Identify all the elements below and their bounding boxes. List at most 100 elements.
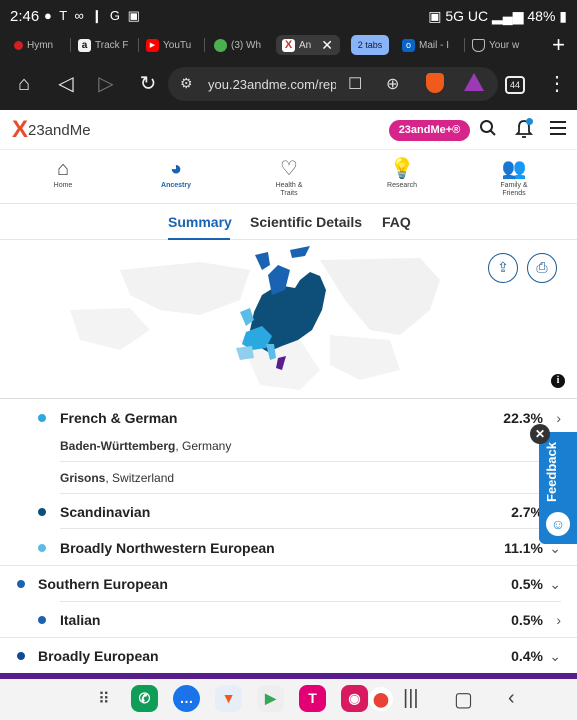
list-item-label: Broadly Northwestern European [60,540,275,556]
status-right: ▣ 5G UC ▂▄▆ 48% ▮ [428,8,567,25]
tab-count-button[interactable]: 44 [505,76,525,94]
list-item-italian[interactable]: Italian 0.5% › [0,609,577,633]
tab-favicon [214,38,227,52]
back-icon[interactable]: ◁ [54,72,78,96]
share-icon[interactable]: ⇪ [488,253,518,283]
browser-tab-active[interactable]: X An ✕ [276,35,340,55]
maps-app-icon[interactable]: ⬤ [369,687,393,711]
list-item-french-german[interactable]: French & German 22.3% › [0,407,577,431]
browser-tab[interactable]: a Track F [78,35,132,55]
bookmark-icon[interactable]: ☐ [348,74,362,94]
region-iceland [255,252,270,270]
tab-label: Track F [95,39,129,51]
tab-separator [70,38,71,52]
address-bar[interactable]: ⚙ you.23andme.com/repor ☐ ⊕ [168,67,498,101]
lightbulb-icon: 💡 [389,158,415,180]
nav-label: Home [53,182,73,189]
home-icon[interactable]: ⌂ [12,72,36,96]
logo-text[interactable]: 23andMe [28,122,91,139]
nav-research[interactable]: 💡 Research [367,156,437,190]
ancestry-icon: ◕ [169,158,183,180]
print-icon[interactable]: ⎙ [527,253,557,283]
browser-tab[interactable]: Your w [472,35,526,55]
chevron-right-icon[interactable]: › [556,612,561,628]
notification-dot [526,118,533,125]
app-drawer-icon[interactable]: ⠿ [98,689,110,709]
close-tab-icon[interactable]: ✕ [321,37,333,54]
battery-icon: ▮ [555,8,567,24]
hamburger-menu-icon[interactable] [547,119,569,141]
messages-app-icon[interactable]: … [173,685,200,712]
divider [60,601,561,602]
status-time: 2:46 [10,8,40,25]
recents-icon[interactable]: ||| [403,687,419,710]
chevron-down-icon[interactable]: ⌄ [549,576,561,593]
tmobile-app-icon[interactable]: T [299,685,326,712]
back-button-icon[interactable]: ‹ [508,687,515,710]
tab-scientific-details[interactable]: Scientific Details [250,214,362,230]
nav-home[interactable]: ⌂ Home [28,156,98,190]
nav-health-traits[interactable]: ♡ Health & Traits [254,156,324,198]
tab-separator [138,38,139,52]
brave-app-icon[interactable]: ▼ [215,685,242,712]
tab-faq[interactable]: FAQ [382,214,411,230]
people-icon: 👥 [501,158,527,180]
list-item-label: Italian [60,612,101,628]
twentythree-logo-icon[interactable]: X [12,116,28,144]
chevron-right-icon[interactable]: › [556,410,561,426]
browser-tab[interactable]: o Mail - I [402,35,460,55]
divider [0,565,577,566]
brave-shields-icon[interactable] [426,73,444,93]
browser-tab[interactable]: Hymn [14,35,64,55]
download-icon[interactable]: ⊕ [386,74,399,94]
info-icon[interactable]: i [551,374,565,388]
tab-label: (3) Wh [231,39,261,51]
nav-ancestry[interactable]: ◕ Ancestry [141,156,211,190]
outlook-icon: o [402,38,415,52]
tab-summary[interactable]: Summary [168,214,232,230]
feedback-chat-icon[interactable]: ☺ [546,512,570,536]
android-nav-bar: ⠿ ✆ … ▼ ▶ T ◉ ⬤ ||| ▢ ‹ [0,679,577,720]
site-settings-icon[interactable]: ⚙ [180,75,193,92]
play-store-app-icon[interactable]: ▶ [257,685,284,712]
list-item-label: Broadly European [38,648,159,664]
list-item-southern-european[interactable]: Southern European 0.5% ⌄ [0,573,577,597]
browser-tab-strip: Hymn a Track F ▶ YouTu (3) Wh X An ✕ 2 t… [0,32,577,58]
tab-group-chip[interactable]: 2 tabs [351,35,389,55]
list-item-scandinavian[interactable]: Scandinavian 2.7% › [0,501,577,525]
tab-favicon [14,40,23,50]
divider [60,493,561,494]
list-item-broadly-european[interactable]: Broadly European 0.4% ⌄ [0,645,577,669]
list-item-label: French & German [60,410,178,426]
tab-label: Hymn [27,39,54,51]
shield-icon [472,38,485,52]
heart-icon: ♡ [280,158,298,180]
search-icon[interactable] [477,119,499,141]
url-text[interactable]: you.23andme.com/repor [208,77,336,92]
forward-icon[interactable]: ▷ [94,72,118,96]
home-button-icon[interactable]: ▢ [454,687,473,712]
browser-tab[interactable]: (3) Wh [214,35,266,55]
new-tab-icon[interactable]: + [552,32,565,58]
chevron-down-icon[interactable]: ⌄ [549,648,561,665]
nav-family-friends[interactable]: 👥 Family & Friends [479,156,549,198]
ancestry-composition-list: French & German 22.3% › Baden-Württember… [0,398,577,673]
brave-rewards-icon[interactable] [464,73,484,91]
nav-label: Ancestry [161,182,191,189]
camera-app-icon[interactable]: ◉ [341,685,368,712]
plus-upgrade-button[interactable]: 23andMe+® [389,120,470,141]
list-item-broadly-northwestern[interactable]: Broadly Northwestern European 11.1% ⌄ [0,537,577,561]
list-item-percent: 0.5% [511,612,543,628]
sub-region-baden[interactable]: Baden-Württemberg, Germany [60,439,231,453]
reload-icon[interactable]: ↻ [136,72,160,96]
ancestry-map[interactable]: ⇪ ⎙ [0,240,577,396]
sub-region-grisons[interactable]: Grisons, Switzerland [60,471,174,485]
color-dot [38,508,46,516]
region-iberia [236,346,254,360]
site-header: X 23andMe 23andMe+® [0,110,577,150]
close-feedback-icon[interactable]: ✕ [530,424,550,444]
phone-app-icon[interactable]: ✆ [131,685,158,712]
menu-kebab-icon[interactable]: ⋮ [545,72,569,96]
list-item-label: Scandinavian [60,504,151,520]
browser-tab[interactable]: ▶ YouTu [146,35,196,55]
